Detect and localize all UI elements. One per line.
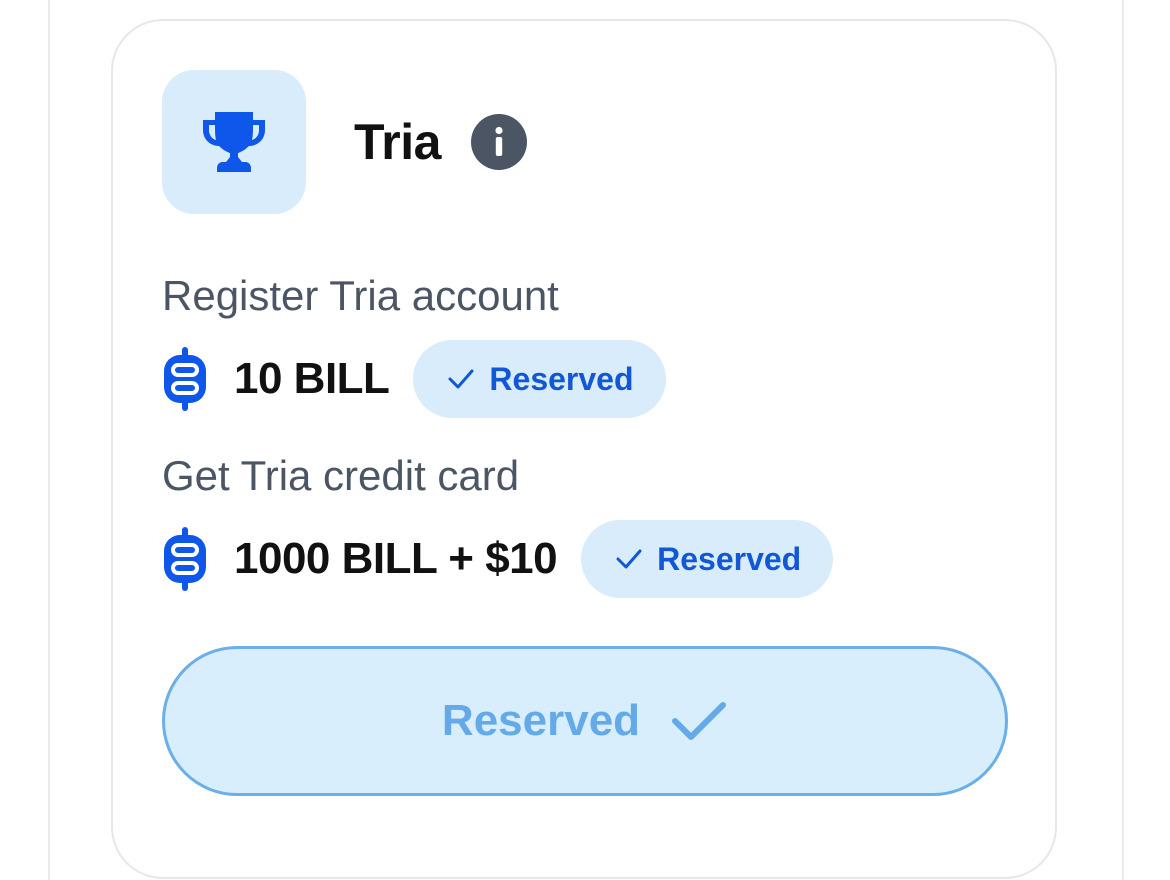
check-icon: [616, 549, 642, 569]
reward-amount: 1000 BILL + $10: [234, 534, 558, 583]
badge-label: Reserved: [489, 360, 634, 397]
task-label-credit-card: Get Tria credit card: [162, 452, 520, 499]
trophy-tile: [162, 70, 306, 214]
bill-coin-icon: [164, 347, 206, 411]
reward-amount: 10 BILL: [234, 354, 390, 403]
reserved-badge: Reserved: [581, 520, 834, 598]
check-icon: [672, 702, 727, 740]
reserved-button[interactable]: Reserved: [162, 646, 1008, 796]
reserved-button-label: Reserved: [441, 696, 641, 745]
bill-coin-icon: [164, 527, 206, 591]
info-icon[interactable]: [470, 114, 527, 170]
badge-label: Reserved: [657, 540, 802, 577]
reserved-badge: Reserved: [413, 340, 666, 418]
card-title: Tria: [354, 114, 441, 170]
title-row: Tria: [354, 112, 527, 172]
reward-row-register: 10 BILL Reserved: [162, 340, 666, 418]
task-label-register: Register Tria account: [162, 272, 559, 319]
check-icon: [448, 369, 474, 389]
trophy-icon: [203, 112, 265, 172]
reward-row-credit-card: 1000 BILL + $10 Reserved: [162, 520, 834, 598]
